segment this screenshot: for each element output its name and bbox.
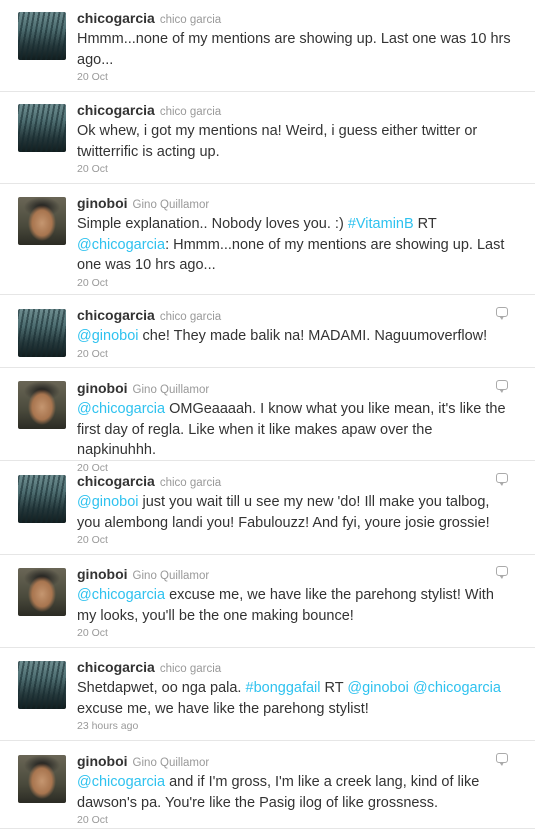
avatar[interactable] [18,568,66,616]
tweet-text: Simple explanation.. Nobody loves you. :… [77,214,511,276]
tweet-text-fragment: Ok whew, i got my mentions na! Weird, i … [77,123,478,160]
full-name: chico garcia [159,477,222,489]
full-name: Gino Quillamor [132,199,210,211]
timestamp-link[interactable]: 20 Oct [77,627,511,639]
tweet-text-fragment: RT [413,216,437,232]
mention-link[interactable]: @ginoboi [347,680,408,696]
full-name: chico garcia [159,106,222,118]
full-name: Gino Quillamor [132,570,210,582]
hashtag-link[interactable]: #bonggafail [246,680,321,696]
tweet-item: chicogarcia chico garcia @ginoboi che! The… [0,295,535,368]
tweet-text: @chicogarcia and if I'm gross, I'm like … [77,772,511,813]
avatar[interactable] [18,309,66,357]
tweet-item: ginoboi Gino Quillamor Simple explanation.… [0,184,535,295]
full-name: chico garcia [159,311,222,323]
reply-icon[interactable] [496,307,508,320]
avatar[interactable] [18,755,66,803]
tweet-text-fragment: excuse me, we have like the parehong sty… [77,700,369,717]
timestamp-link[interactable]: 20 Oct [77,814,511,826]
hashtag-link[interactable]: #VitaminB [348,216,414,232]
tweet-text: Shetdapwet, oo nga pala. #bonggafail RT … [77,678,511,719]
tweet-text: @chicogarcia excuse me, we have like the… [77,585,511,626]
timestamp-link[interactable]: 23 hours ago [77,720,511,732]
username-link[interactable]: chicogarcia [77,102,155,118]
tweet-text-fragment: just you wait till u see my new 'do! Ill… [77,494,490,531]
avatar[interactable] [18,197,66,245]
username-link[interactable]: ginoboi [77,566,128,582]
mention-link[interactable]: @chicogarcia [77,401,165,417]
username-link[interactable]: chicogarcia [77,659,155,675]
username-link[interactable]: ginoboi [77,380,128,396]
full-name: chico garcia [159,14,222,26]
mention-link[interactable]: @chicogarcia [413,680,501,696]
reply-icon[interactable] [496,566,508,579]
tweet-text-fragment: che! They made balik na! MADAMI. Naguumo… [138,328,488,344]
tweet-text-fragment: Simple explanation.. Nobody loves you. :… [77,216,348,232]
full-name: Gino Quillamor [132,384,210,396]
mention-link[interactable]: @ginoboi [77,494,138,510]
full-name: Gino Quillamor [132,757,210,769]
tweet-text: Hmmm...none of my mentions are showing u… [77,29,511,70]
avatar[interactable] [18,104,66,152]
timestamp-link[interactable]: 20 Oct [77,534,511,546]
username-link[interactable]: ginoboi [77,753,128,769]
tweet-item: ginoboi Gino Quillamor @chicogarcia and if… [0,741,535,829]
tweet-text-fragment: RT [320,680,348,696]
username-link[interactable]: chicogarcia [77,10,155,26]
timestamp-link[interactable]: 20 Oct [77,71,511,83]
tweet-text: @ginoboi just you wait till u see my new… [77,492,511,533]
timestamp-link[interactable]: 20 Oct [77,277,511,289]
tweet-item: chicogarcia chico garcia @ginoboi just you… [0,461,535,555]
mention-link[interactable]: @chicogarcia [77,237,165,253]
avatar[interactable] [18,661,66,709]
timestamp-link[interactable]: 20 Oct [77,163,511,175]
username-link[interactable]: chicogarcia [77,307,155,323]
mention-link[interactable]: @chicogarcia [77,774,165,790]
reply-icon[interactable] [496,753,508,766]
full-name: chico garcia [159,663,222,675]
reply-icon[interactable] [496,473,508,486]
tweet-item: ginoboi Gino Quillamor @chicogarcia excuse… [0,555,535,648]
username-link[interactable]: chicogarcia [77,473,155,489]
tweet-item: chicogarcia chico garcia Hmmm...none of my… [0,0,535,92]
tweet-item: ginoboi Gino Quillamor @chicogarcia OMGeaa… [0,368,535,474]
tweet-text: @ginoboi che! They made balik na! MADAMI… [77,326,511,347]
mention-link[interactable]: @ginoboi [77,328,138,344]
mention-link[interactable]: @chicogarcia [77,587,165,603]
tweet-text-fragment: Shetdapwet, oo nga pala. [77,680,246,696]
avatar[interactable] [18,475,66,523]
tweet-text: @chicogarcia OMGeaaaah. I know what you … [77,399,511,461]
avatar[interactable] [18,381,66,429]
timestamp-link[interactable]: 20 Oct [77,348,511,360]
tweet-text: Ok whew, i got my mentions na! Weird, i … [77,121,511,162]
tweet-item: chicogarcia chico garcia Shetdapwet, oo ng… [0,648,535,741]
avatar[interactable] [18,12,66,60]
reply-icon[interactable] [496,380,508,393]
tweet-item: chicogarcia chico garcia Ok whew, i got my… [0,92,535,184]
tweet-text-fragment: Hmmm...none of my mentions are showing u… [77,31,511,68]
username-link[interactable]: ginoboi [77,195,128,211]
